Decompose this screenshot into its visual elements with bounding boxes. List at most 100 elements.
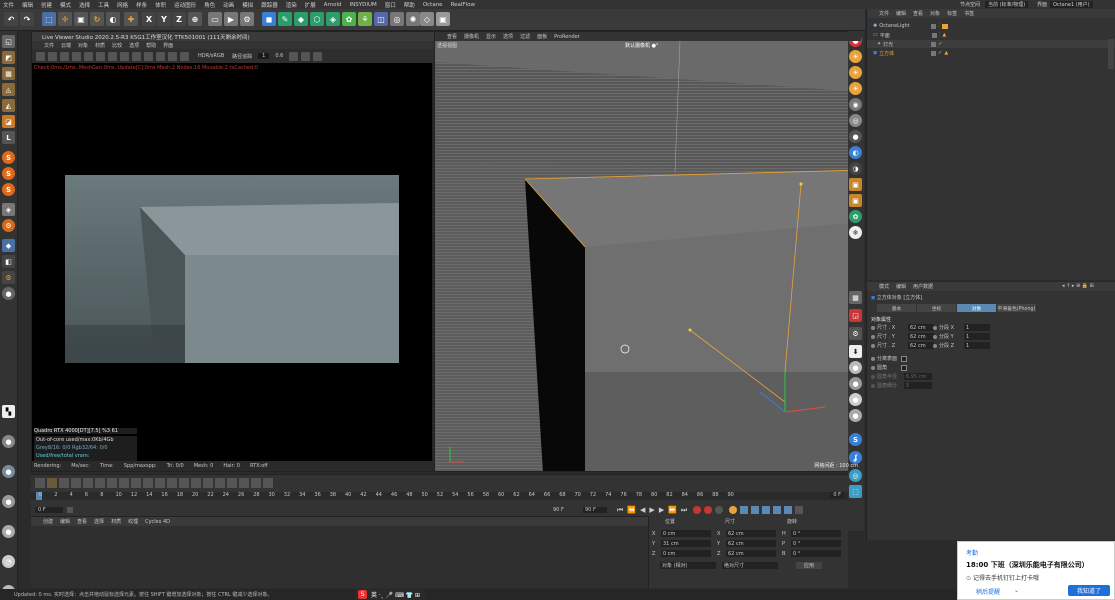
aov-icon[interactable] <box>180 51 189 61</box>
pen-icon[interactable]: ✎ <box>278 12 292 26</box>
vp-menu-item[interactable]: 面板 <box>537 33 547 40</box>
sphere-light-icon[interactable]: ◉ <box>849 98 862 111</box>
link-icon[interactable]: ◎ <box>849 469 862 482</box>
keyframe-dot-icon[interactable] <box>933 343 937 348</box>
stop-icon[interactable] <box>72 51 81 61</box>
menu-item[interactable]: 运动图形 <box>174 1 196 9</box>
field-value[interactable]: 62 cm <box>908 324 934 331</box>
glossy-sphere-icon[interactable]: ● <box>2 495 15 508</box>
mm-menu-item[interactable]: Cycles 4D <box>145 519 170 525</box>
menu-item[interactable]: 模式 <box>60 1 71 9</box>
tool-icon[interactable] <box>107 478 117 488</box>
texture-mode-icon[interactable]: ▦ <box>2 67 15 80</box>
am-menu-item[interactable]: 用户数据 <box>913 283 933 290</box>
position-z-field[interactable]: 0 cm <box>661 550 711 557</box>
layer-icon[interactable] <box>931 32 937 38</box>
bake-icon[interactable]: ⬚ <box>849 485 862 498</box>
region-icon[interactable] <box>108 51 117 61</box>
menu-item[interactable]: 动画 <box>223 1 234 9</box>
settings-icon[interactable] <box>84 51 93 61</box>
lights-icon[interactable] <box>156 51 165 61</box>
visibility-icon[interactable]: ⁚ <box>938 23 940 29</box>
timeline-ruler[interactable]: 0 2 4 6 8 10 12 14 16 18 20 22 24 26 28 30 32 34 36 38 40 42 4… <box>31 492 848 500</box>
key-move-icon[interactable] <box>740 506 749 514</box>
om-menu-item[interactable]: 对象 <box>930 10 940 17</box>
field-value[interactable]: 1 <box>964 324 990 331</box>
array-icon[interactable]: ⬡ <box>310 12 324 26</box>
keyframe-dot-icon[interactable] <box>871 343 875 348</box>
redo-icon[interactable]: ↷ <box>20 12 34 26</box>
menu-item[interactable]: 创建 <box>41 1 52 9</box>
render-preview[interactable] <box>65 175 399 363</box>
object-row-selected[interactable]: ◼ 立方体 ✔ ▲ <box>867 49 1115 57</box>
close-icon[interactable] <box>313 51 323 61</box>
record-key-icon[interactable] <box>693 506 702 514</box>
lv-menu-item[interactable]: 云端 <box>61 42 71 49</box>
lv-menu-item[interactable]: 文件 <box>44 42 54 49</box>
sogou-icon[interactable]: S <box>358 590 367 599</box>
start-frame-icon[interactable] <box>67 507 73 513</box>
am-menu-item[interactable]: 编辑 <box>896 283 906 290</box>
ime-status-icons[interactable]: 英 ·ˎ 🎤 ⌨ 👕 ⊞ <box>371 590 420 599</box>
nav-icons[interactable]: ◂ ↑ ▸ ⊕ 🔒 ⊞ <box>1062 283 1094 289</box>
light-icon[interactable]: ✺ <box>406 12 420 26</box>
seg-y-field[interactable]: 分段 Y 1 <box>933 333 990 340</box>
character-icon[interactable] <box>47 478 57 488</box>
tag-icon[interactable] <box>941 23 948 29</box>
object-tag-icon[interactable]: ▣ <box>849 178 862 191</box>
mm-menu-item[interactable]: 查看 <box>77 518 87 525</box>
tab-coord[interactable]: 坐标 <box>917 304 956 312</box>
size-x-field[interactable]: 尺寸 . X 62 cm <box>871 324 934 331</box>
lock-workplane-icon[interactable]: ⚙ <box>2 219 15 232</box>
save-icon[interactable] <box>301 51 311 61</box>
camera-imager-icon[interactable]: ◑ <box>849 162 862 175</box>
live-icon[interactable]: ◲ <box>849 309 862 322</box>
menu-item[interactable]: Octane <box>423 2 443 8</box>
hdri-icon[interactable]: ◎ <box>849 114 862 127</box>
end-frame-field-2[interactable]: 90 F <box>583 507 607 513</box>
om-menu-item[interactable]: 查看 <box>913 10 923 17</box>
deformer-icon[interactable]: ◈ <box>326 12 340 26</box>
scrollbar[interactable] <box>1108 39 1114 69</box>
colorspace-select[interactable]: HDR/sRGB <box>198 53 224 59</box>
key-scale-icon[interactable] <box>751 506 760 514</box>
fillet-row[interactable]: 圆角 <box>871 364 907 371</box>
tool-icon[interactable] <box>215 478 225 488</box>
mm-menu-item[interactable]: 选择 <box>94 518 104 525</box>
tool-icon[interactable] <box>59 478 69 488</box>
goto-end-icon[interactable]: ⏭ <box>681 506 687 515</box>
menu-item[interactable]: 体积 <box>155 1 166 9</box>
mm-menu-item[interactable]: 创建 <box>43 518 53 525</box>
snapshot-icon[interactable] <box>289 51 299 61</box>
keyframe-dot-icon[interactable] <box>933 334 937 339</box>
snap-settings-icon[interactable]: S <box>2 167 15 180</box>
tool-icon[interactable] <box>155 478 165 488</box>
apply-button[interactable]: 应用 <box>796 562 823 569</box>
tool-icon[interactable] <box>227 478 237 488</box>
lv-value-1[interactable]: 1 <box>258 53 270 59</box>
om-menu-item[interactable]: 编辑 <box>896 10 906 17</box>
send-scene-icon[interactable] <box>36 51 45 61</box>
size-z-field[interactable]: 62 cm <box>726 550 776 557</box>
octane-icon[interactable]: ◇ <box>420 12 434 26</box>
separate-surfaces-row[interactable]: 分离表面 <box>871 355 907 362</box>
play-icon[interactable]: ▶ <box>649 506 654 514</box>
cam-tag-icon[interactable]: ▣ <box>849 194 862 207</box>
keyframe-dot-icon[interactable] <box>871 334 875 339</box>
mm-menu-item[interactable]: 编辑 <box>60 518 70 525</box>
area-light-icon[interactable]: ☀ <box>849 82 862 95</box>
keyframe-dot-icon[interactable] <box>871 365 875 370</box>
menu-item[interactable]: 编辑 <box>22 1 33 9</box>
prev-frame-icon[interactable]: ◀ <box>640 506 645 514</box>
paint-icon[interactable]: ⚙ <box>2 271 15 284</box>
check-icon[interactable]: ✔ <box>938 50 942 56</box>
material-icon[interactable]: ▦ <box>849 291 862 304</box>
specular-mat-icon[interactable]: ● <box>849 393 862 406</box>
select-icon[interactable]: ⬚ <box>42 12 56 26</box>
recent-icon[interactable]: ◐ <box>106 12 120 26</box>
menu-item[interactable]: 跟踪器 <box>261 1 278 9</box>
acknowledge-button[interactable]: 我知道了 <box>1068 585 1110 596</box>
size-x-field[interactable]: 62 cm <box>726 530 776 537</box>
mm-menu-item[interactable]: 纹理 <box>128 518 138 525</box>
lv-menu-item[interactable]: 界面 <box>163 42 173 49</box>
